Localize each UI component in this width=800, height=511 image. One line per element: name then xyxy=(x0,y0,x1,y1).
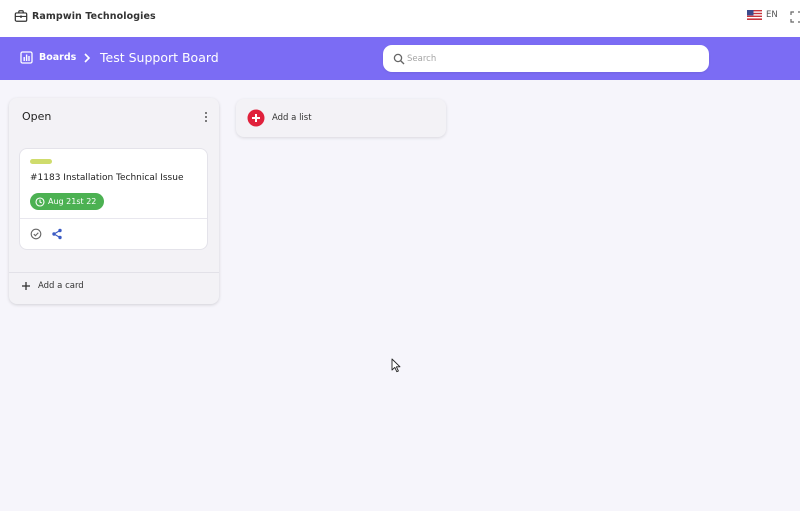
company-name: Rampwin Technologies xyxy=(32,10,156,22)
list-divider xyxy=(9,272,219,273)
board-toolbar: Boards Test Support Board xyxy=(0,37,800,80)
boards-label: Boards xyxy=(39,52,77,63)
list-title: Open xyxy=(22,110,52,123)
add-circle-icon xyxy=(247,109,265,127)
language-selector[interactable]: EN xyxy=(747,10,778,20)
fullscreen-icon[interactable] xyxy=(790,11,800,23)
ticket-card[interactable]: #1183 Installation Technical Issue Aug 2… xyxy=(19,148,208,250)
search-icon xyxy=(393,53,405,64)
card-title: #1183 Installation Technical Issue xyxy=(30,173,184,183)
card-label xyxy=(30,159,52,164)
search-input[interactable] xyxy=(407,53,687,64)
clock-icon xyxy=(35,196,45,207)
more-vertical-icon[interactable] xyxy=(202,111,210,123)
card-divider xyxy=(20,218,207,219)
board-title: Test Support Board xyxy=(100,50,219,65)
top-bar: Rampwin Technologies EN xyxy=(0,0,800,37)
mouse-cursor-icon xyxy=(391,358,401,373)
company-brand[interactable]: Rampwin Technologies xyxy=(14,9,156,23)
add-list-label: Add a list xyxy=(272,113,312,123)
check-circle-icon[interactable] xyxy=(30,228,42,240)
share-icon[interactable] xyxy=(51,228,63,240)
language-code: EN xyxy=(766,10,778,20)
briefcase-icon xyxy=(14,10,28,22)
add-list-button[interactable]: Add a list xyxy=(236,99,446,137)
search-box[interactable] xyxy=(383,45,709,72)
add-card-label: Add a card xyxy=(38,281,84,291)
us-flag-icon xyxy=(747,10,762,20)
plus-icon xyxy=(22,282,30,290)
chevron-right-icon xyxy=(84,53,91,63)
due-date-text: Aug 21st 22 xyxy=(48,197,97,206)
add-card-button[interactable]: Add a card xyxy=(21,281,84,291)
list-open: Open #1183 Installation Technical Issue … xyxy=(9,98,219,304)
due-date-badge: Aug 21st 22 xyxy=(30,193,105,210)
boards-button[interactable]: Boards xyxy=(20,51,76,64)
bar-chart-icon xyxy=(20,51,33,64)
